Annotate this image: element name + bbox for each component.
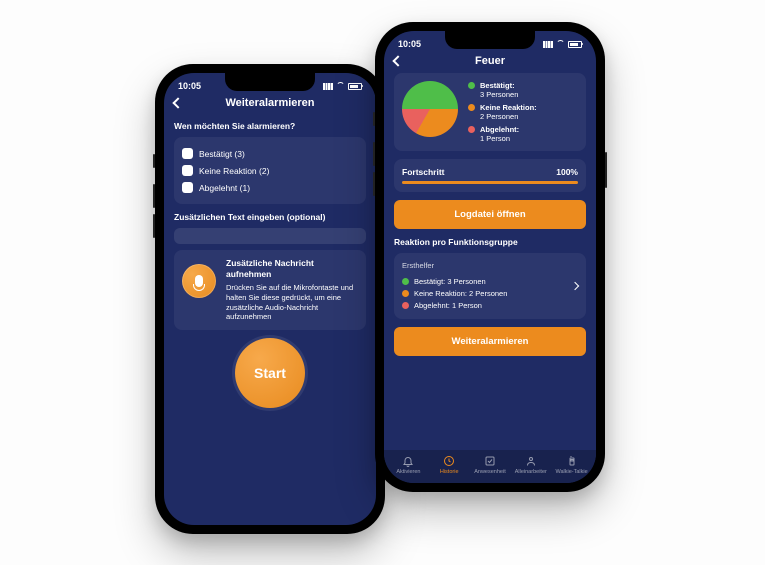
page-title: Feuer [384, 55, 596, 67]
tab-label: Historie [440, 469, 459, 475]
notch [225, 73, 315, 91]
legend-sub: 2 Personen [480, 112, 518, 121]
dot-icon [468, 82, 475, 89]
status-icons [543, 40, 582, 49]
tab-label: Alleinarbeiter [515, 469, 547, 475]
tab-activate[interactable]: Aktivieren [388, 455, 429, 475]
progress-card: Fortschritt 100% [394, 159, 586, 192]
wifi-icon [336, 82, 345, 91]
logfile-label: Logdatei öffnen [454, 209, 525, 220]
progress-label: Fortschritt [402, 167, 445, 177]
group-line-text: Abgelehnt: 1 Person [414, 301, 482, 310]
tab-bar: Aktivieren Historie Anwesenheit Alleinar… [384, 450, 596, 483]
legend-noreaction: Keine Reaktion:2 Personen [468, 103, 537, 121]
group-card[interactable]: Ersthelfer Bestätigt: 3 Personen Keine R… [394, 253, 586, 319]
tab-label: Aktivieren [396, 469, 420, 475]
dot-icon [402, 278, 409, 285]
dot-icon [402, 290, 409, 297]
reaction-label: Reaktion pro Funktionsgruppe [394, 237, 586, 247]
record-desc: Drücken Sie auf die Mikrofontaste und ha… [226, 283, 353, 321]
option-label: Keine Reaktion (2) [199, 166, 269, 176]
progress-bar [402, 181, 578, 184]
phone-left: 10:05 Weiteralarmieren Wen möchten Sie a… [155, 64, 385, 534]
phone-right: 10:05 Feuer Bestätigt:3 Person [375, 22, 605, 492]
dot-icon [468, 126, 475, 133]
checkbox-icon[interactable] [182, 165, 193, 176]
legend-title: Abgelehnt: [480, 125, 519, 134]
logfile-button[interactable]: Logdatei öffnen [394, 200, 586, 229]
reroute-label: Weiteralarmieren [452, 336, 529, 347]
progress-fill [402, 181, 578, 184]
legend-sub: 3 Personen [480, 90, 518, 99]
legend-title: Bestätigt: [480, 81, 518, 90]
group-line-confirmed: Bestätigt: 3 Personen [402, 275, 578, 287]
option-rejected[interactable]: Abgelehnt (1) [182, 179, 358, 196]
legend-sub: 1 Person [480, 134, 510, 143]
radio-icon [566, 455, 578, 467]
signal-icon [323, 83, 333, 90]
tab-label: Anwesenheit [474, 469, 506, 475]
question-label: Wen möchten Sie alarmieren? [174, 121, 366, 131]
pie-card: Bestätigt:3 Personen Keine Reaktion:2 Pe… [394, 73, 586, 151]
option-confirmed[interactable]: Bestätigt (3) [182, 145, 358, 162]
signal-icon [543, 41, 553, 48]
battery-icon [568, 41, 582, 48]
option-list: Bestätigt (3) Keine Reaktion (2) Abgeleh… [174, 137, 366, 204]
group-line-noreaction: Keine Reaktion: 2 Personen [402, 287, 578, 299]
status-icons [323, 82, 362, 91]
tab-presence[interactable]: Anwesenheit [470, 455, 511, 475]
start-button[interactable]: Start [235, 338, 305, 408]
legend-confirmed: Bestätigt:3 Personen [468, 81, 537, 99]
wifi-icon [556, 40, 565, 49]
checkbox-icon[interactable] [182, 182, 193, 193]
group-line-text: Keine Reaktion: 2 Personen [414, 289, 507, 298]
dot-icon [402, 302, 409, 309]
extra-text-input[interactable] [174, 228, 366, 244]
page-header: Weiteralarmieren [164, 95, 376, 115]
group-name: Ersthelfer [402, 261, 578, 270]
option-label: Bestätigt (3) [199, 149, 245, 159]
page-header: Feuer [384, 53, 596, 73]
option-label: Abgelehnt (1) [199, 183, 250, 193]
group-line-text: Bestätigt: 3 Personen [414, 277, 486, 286]
bell-icon [402, 455, 414, 467]
pie-legend: Bestätigt:3 Personen Keine Reaktion:2 Pe… [468, 81, 537, 143]
check-icon [484, 455, 496, 467]
mic-icon [195, 275, 203, 287]
tab-label: Walkie-Talkie [555, 469, 587, 475]
record-card: Zusätzliche Nachricht aufnehmen Drücken … [174, 250, 366, 330]
reroute-button[interactable]: Weiteralarmieren [394, 327, 586, 356]
pie-chart [402, 81, 458, 137]
status-time: 10:05 [178, 81, 201, 91]
person-icon [525, 455, 537, 467]
legend-rejected: Abgelehnt:1 Person [468, 125, 537, 143]
page-title: Weiteralarmieren [164, 97, 376, 109]
legend-title: Keine Reaktion: [480, 103, 537, 112]
status-time: 10:05 [398, 39, 421, 49]
battery-icon [348, 83, 362, 90]
record-title: Zusätzliche Nachricht aufnehmen [226, 258, 358, 280]
dot-icon [468, 104, 475, 111]
checkbox-icon[interactable] [182, 148, 193, 159]
tab-loneworker[interactable]: Alleinarbeiter [510, 455, 551, 475]
tab-walkietalkie[interactable]: Walkie-Talkie [551, 455, 592, 475]
tab-history[interactable]: Historie [429, 455, 470, 475]
progress-percent: 100% [556, 167, 578, 177]
history-icon [443, 455, 455, 467]
extra-text-label: Zusätzlichen Text eingeben (optional) [174, 212, 366, 222]
mic-button[interactable] [182, 264, 216, 298]
option-noreaction[interactable]: Keine Reaktion (2) [182, 162, 358, 179]
notch [445, 31, 535, 49]
group-line-rejected: Abgelehnt: 1 Person [402, 299, 578, 311]
start-label: Start [254, 365, 286, 381]
